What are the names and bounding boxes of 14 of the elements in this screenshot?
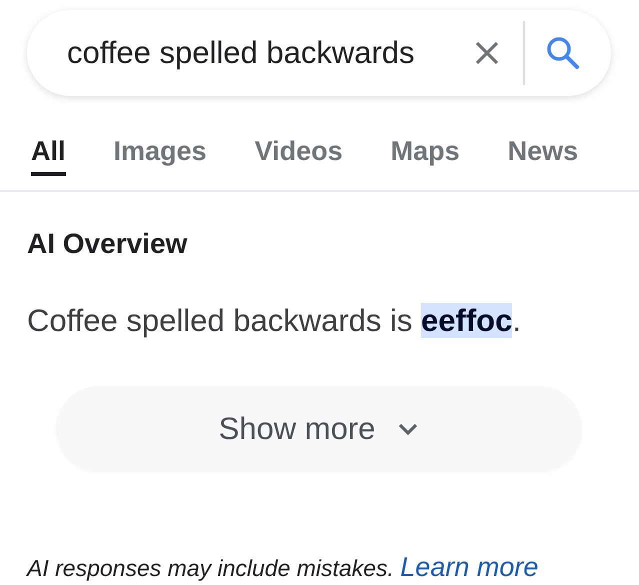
answer-text: Coffee spelled backwards is eeffoc. [27, 303, 522, 339]
tab[interactable]: News [508, 134, 578, 176]
close-icon[interactable] [475, 41, 499, 65]
search-field[interactable]: coffee spelled backwards [67, 35, 465, 71]
learn-more-link[interactable]: Learn more [400, 552, 538, 582]
tab[interactable]: All [31, 134, 66, 176]
tab[interactable]: Maps [390, 134, 460, 176]
search-icon[interactable] [545, 35, 581, 71]
tab[interactable]: Videos [254, 134, 343, 176]
disclaimer-text: AI responses may include mistakes. [27, 555, 394, 581]
chevron-down-icon [397, 422, 420, 436]
show-more-button[interactable]: Show more [56, 386, 582, 472]
tab[interactable]: Images [114, 134, 207, 176]
section-heading: AI Overview [27, 228, 188, 260]
